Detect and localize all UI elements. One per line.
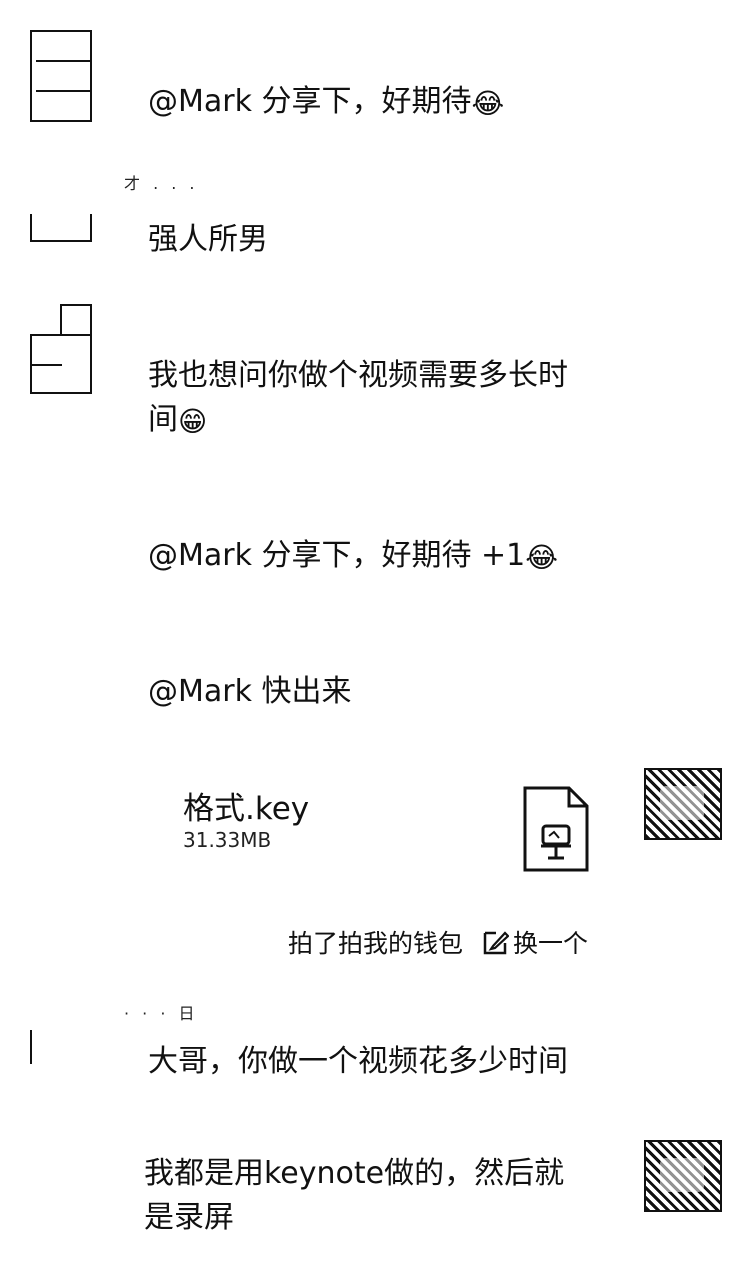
- avatar[interactable]: [30, 304, 92, 394]
- keynote-file-icon: [523, 786, 589, 872]
- laughing-emoji-icon: 😂: [525, 541, 558, 574]
- message-text: @Mark 分享下，好期待 +1: [148, 538, 526, 573]
- avatar[interactable]: [30, 214, 92, 242]
- message-text: @Mark 分享下，好期待: [148, 84, 472, 119]
- chat-message: 我也想问你做个视频需要多长时 间😁: [148, 354, 628, 442]
- chat-message: 大哥，你做一个视频花多少时间: [148, 1040, 568, 1084]
- message-text-line: 间: [148, 402, 178, 437]
- laughing-emoji-icon: 😂: [471, 87, 505, 120]
- file-name: 格式.key: [183, 791, 310, 827]
- chat-message: 我都是用keynote做的，然后就 是录屏: [144, 1152, 614, 1240]
- message-text: 大哥，你做一个视频花多少时间: [148, 1044, 568, 1079]
- avatar[interactable]: [30, 1030, 92, 1064]
- chat-message: @Mark 分享下，好期待 +1😂: [148, 534, 558, 578]
- message-text: @Mark 快出来: [148, 674, 352, 709]
- chat-message: @Mark 分享下，好期待😂: [148, 80, 504, 124]
- my-avatar[interactable]: [644, 768, 722, 840]
- sender-name-fragment: 才 . . .: [124, 174, 199, 193]
- avatar[interactable]: [30, 30, 92, 122]
- message-text-line: 我也想问你做个视频需要多长时: [148, 358, 568, 393]
- pat-notice-text: 拍了拍我的钱包: [288, 929, 464, 958]
- message-text-line: 是录屏: [144, 1200, 234, 1235]
- grinning-emoji-icon: 😁: [178, 405, 208, 438]
- pat-notice: 拍了拍我的钱包 换一个: [288, 924, 588, 960]
- message-text: 强人所男: [148, 222, 268, 257]
- message-text-line: 我都是用keynote做的，然后就: [144, 1156, 565, 1191]
- edit-swap-icon[interactable]: [483, 929, 510, 955]
- chat-message: 强人所男: [148, 218, 268, 262]
- file-size: 31.33MB: [183, 828, 272, 852]
- swap-button[interactable]: 换一个: [513, 929, 588, 958]
- sender-name-fragment: · · · 日: [124, 1004, 199, 1023]
- chat-message: @Mark 快出来: [148, 670, 352, 714]
- my-avatar[interactable]: [644, 1140, 722, 1212]
